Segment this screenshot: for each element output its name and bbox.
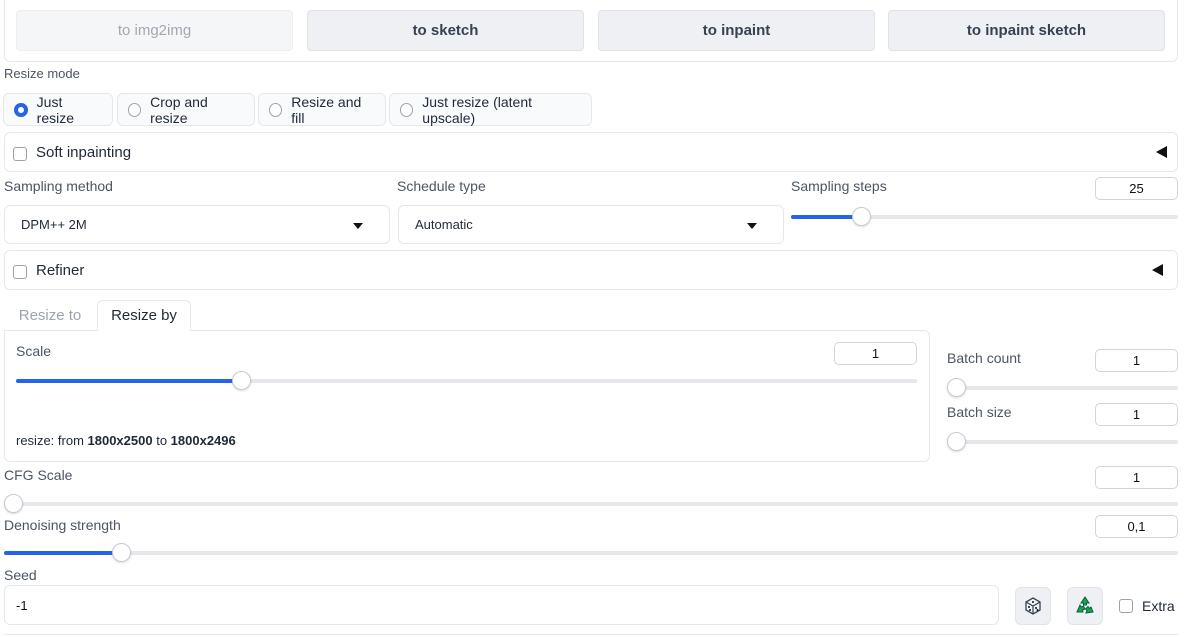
refiner-checkbox[interactable]: [13, 265, 27, 279]
chevron-down-icon: [353, 223, 363, 229]
radio-label: Crop and resize: [150, 93, 208, 126]
tab-resize-to[interactable]: Resize to: [4, 300, 96, 331]
scale-input[interactable]: 1: [834, 342, 917, 365]
schedule-type-label: Schedule type: [397, 178, 486, 194]
to-inpaint-button[interactable]: to inpaint: [598, 10, 875, 51]
scale-label: Scale: [16, 343, 52, 359]
radio-label: Just resize: [36, 93, 75, 126]
radio-dot: [269, 102, 283, 117]
radio-dot: [14, 102, 28, 117]
slider-fill: [791, 215, 861, 219]
slider-thumb[interactable]: [947, 378, 966, 397]
cfg-scale-label: CFG Scale: [4, 467, 73, 483]
cfg-scale-input[interactable]: 1: [1095, 466, 1178, 489]
cfg-scale-slider[interactable]: [4, 494, 1178, 513]
resize-info-prefix: resize: from: [16, 433, 88, 448]
radio-crop-and-resize[interactable]: Crop and resize: [117, 93, 255, 126]
sampling-method-value: DPM++ 2M: [21, 217, 87, 232]
soft-inpainting-label: Soft inpainting: [36, 144, 132, 161]
radio-resize-and-fill[interactable]: Resize and fill: [258, 93, 386, 126]
collapse-triangle-icon[interactable]: [1152, 264, 1163, 276]
resize-info-mid: to: [152, 433, 171, 448]
seed-value: -1: [16, 597, 28, 613]
seed-input[interactable]: -1: [4, 585, 999, 625]
denoising-strength-input[interactable]: 0,1: [1095, 515, 1178, 538]
schedule-type-value: Automatic: [415, 217, 473, 232]
refiner-accordion[interactable]: Refiner: [4, 250, 1178, 290]
bottom-divider: [4, 634, 1178, 635]
recycle-icon: [1076, 596, 1094, 614]
tab-resize-by[interactable]: Resize by: [97, 300, 191, 331]
sampling-method-dropdown[interactable]: DPM++ 2M: [4, 205, 390, 244]
radio-dot: [400, 102, 414, 117]
slider-fill: [4, 551, 121, 555]
to-inpaint-sketch-button[interactable]: to inpaint sketch: [888, 10, 1165, 51]
batch-size-label: Batch size: [947, 404, 1012, 420]
dice-icon: [1025, 597, 1041, 615]
resize-mode-label: Resize mode: [4, 66, 80, 81]
slider-thumb[interactable]: [112, 543, 131, 562]
extra-checkbox[interactable]: [1119, 599, 1133, 613]
sampling-steps-label: Sampling steps: [791, 178, 887, 194]
denoising-strength-label: Denoising strength: [4, 517, 121, 533]
slider-thumb[interactable]: [852, 207, 871, 226]
scale-slider[interactable]: [16, 371, 917, 390]
sampling-method-label: Sampling method: [4, 178, 113, 194]
chevron-down-icon: [747, 223, 757, 229]
resize-info: resize: from 1800x2500 to 1800x2496: [16, 433, 236, 448]
resize-to-size: 1800x2496: [170, 433, 236, 448]
reuse-seed-button[interactable]: [1067, 587, 1103, 625]
resize-by-panel: Scale 1 resize: from 1800x2500 to 1800x2…: [4, 330, 930, 462]
radio-label: Resize and fill: [291, 93, 362, 126]
batch-size-input[interactable]: 1: [1095, 403, 1178, 426]
refiner-label: Refiner: [36, 262, 85, 279]
resize-from-size: 1800x2500: [87, 433, 153, 448]
batch-count-slider[interactable]: [947, 378, 1178, 397]
extra-label: Extra: [1142, 598, 1175, 614]
sampling-steps-input[interactable]: 25: [1095, 177, 1178, 200]
batch-count-input[interactable]: 1: [1095, 349, 1178, 372]
to-sketch-button[interactable]: to sketch: [307, 10, 584, 51]
collapse-triangle-icon[interactable]: [1156, 146, 1167, 158]
soft-inpainting-checkbox[interactable]: [13, 147, 27, 161]
slider-thumb[interactable]: [232, 371, 251, 390]
soft-inpainting-accordion[interactable]: Soft inpainting: [4, 132, 1178, 172]
slider-thumb[interactable]: [947, 432, 966, 451]
to-img2img-button[interactable]: to img2img: [16, 10, 293, 51]
seed-label: Seed: [4, 567, 37, 583]
batch-count-label: Batch count: [947, 350, 1021, 366]
radio-just-resize-latent[interactable]: Just resize (latent upscale): [389, 93, 592, 126]
schedule-type-dropdown[interactable]: Automatic: [398, 205, 784, 244]
radio-label: Just resize (latent upscale): [422, 93, 533, 126]
slider-thumb[interactable]: [4, 494, 23, 513]
random-seed-button[interactable]: [1015, 587, 1051, 625]
slider-fill: [16, 379, 241, 383]
denoising-strength-slider[interactable]: [4, 543, 1178, 562]
radio-just-resize[interactable]: Just resize: [3, 93, 113, 126]
radio-dot: [128, 102, 142, 117]
batch-size-slider[interactable]: [947, 432, 1178, 451]
sampling-steps-slider[interactable]: [791, 207, 1178, 226]
